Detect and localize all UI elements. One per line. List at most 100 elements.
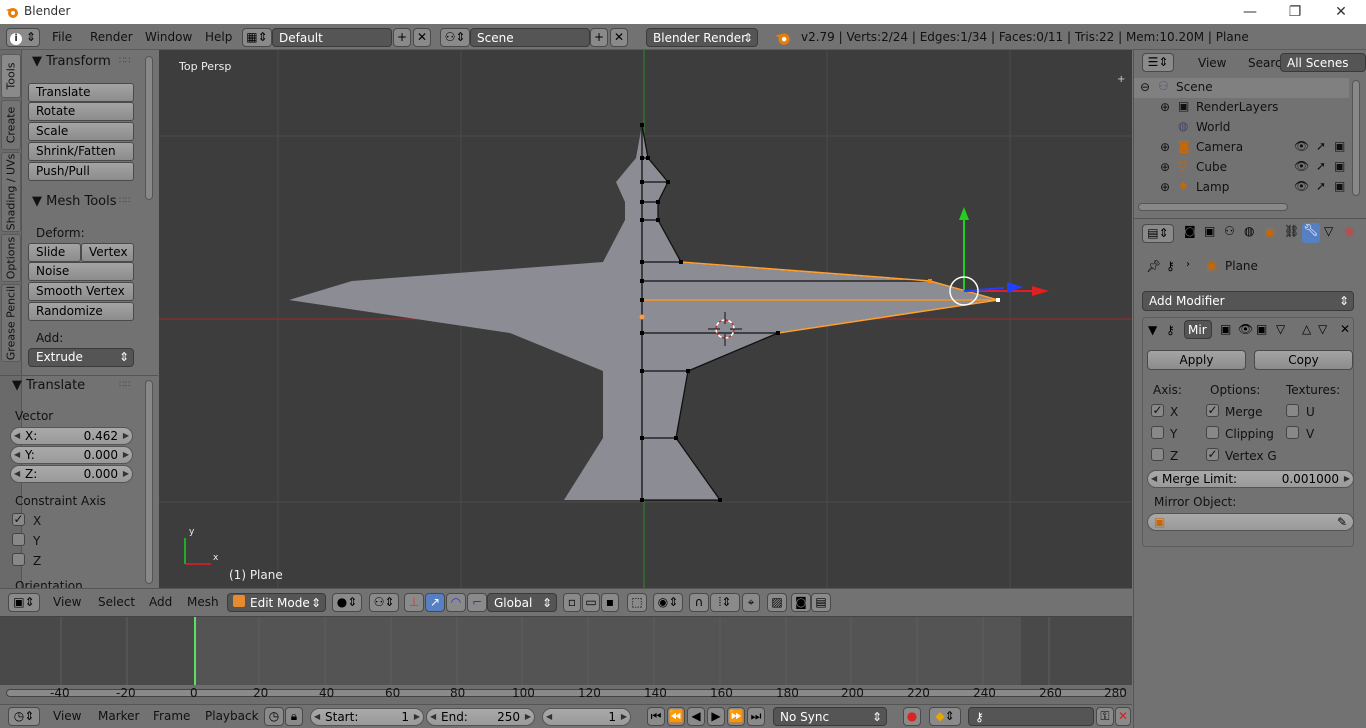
frame-menu[interactable]: Frame: [153, 709, 190, 723]
start-frame-field[interactable]: ◀ Start: 1 ▶: [310, 708, 424, 726]
transform-panel-header[interactable]: ▼ Transform: [32, 54, 111, 69]
editor-type-properties-button[interactable]: ▤⇕: [1142, 224, 1174, 243]
scale-manipulator-toggle[interactable]: ⌐: [467, 593, 487, 612]
menu-file[interactable]: File: [52, 30, 72, 44]
plane-mesh[interactable]: [289, 123, 1000, 502]
outliner-row-world[interactable]: ◍ World: [1134, 118, 1349, 138]
transform-manipulator[interactable]: [949, 207, 1049, 306]
add-scene-button[interactable]: +: [590, 28, 608, 47]
marker-menu[interactable]: Marker: [98, 709, 139, 723]
timeline-area[interactable]: -40 -20 0 20 40 60 80 100 120 140 160 18…: [0, 616, 1132, 704]
translate-manipulator-toggle[interactable]: ↗: [425, 593, 445, 612]
timeline-view-menu[interactable]: View: [53, 709, 81, 723]
visibility-eye-icon[interactable]: 👁︎: [1294, 139, 1309, 153]
close-window-button[interactable]: ✕: [1321, 2, 1361, 22]
mesh-menu[interactable]: Mesh: [187, 595, 219, 609]
viewport-shading-button[interactable]: ●⇕: [332, 593, 362, 612]
outliner-row-lamp[interactable]: ⊕ ♦ Lamp 👁︎ ➚ ▣: [1134, 178, 1349, 198]
drag-handle-icon[interactable]: ∷∷: [119, 380, 130, 390]
texture-u-checkbox[interactable]: [1286, 404, 1299, 417]
editor-type-info-button[interactable]: i ⇕: [6, 28, 40, 47]
tab-create[interactable]: Create: [1, 100, 21, 150]
outliner-row-scene[interactable]: ⊖ ⚇ Scene: [1134, 78, 1349, 98]
texture-v-checkbox[interactable]: [1286, 426, 1299, 439]
sync-mode-dropdown[interactable]: No Sync ⇕: [773, 707, 887, 726]
snap-target-button[interactable]: ⌖: [742, 593, 760, 612]
delete-keyframe-button[interactable]: ✕: [1115, 707, 1131, 726]
selectable-cursor-icon[interactable]: ➚: [1316, 139, 1326, 153]
display-mode-dropdown[interactable]: All Scenes: [1280, 53, 1366, 72]
auto-keying-toggle[interactable]: ●: [903, 707, 921, 726]
manipulator-toggle[interactable]: ⊥: [404, 593, 424, 612]
keying-set-button[interactable]: ◆⇕: [929, 707, 961, 726]
face-select-mode[interactable]: ▪: [601, 593, 619, 612]
render-engine-dropdown[interactable]: Blender Render ⇕: [646, 28, 758, 47]
outliner-row-cube[interactable]: ⊕ ▽ Cube 👁︎ ➚ ▣: [1134, 158, 1349, 178]
editor-type-outliner-button[interactable]: ☰⇕: [1142, 53, 1174, 72]
vector-z-field[interactable]: ◀ Z: 0.000 ▶: [10, 465, 133, 483]
modifiers-tab-icon[interactable]: 🔧︎: [1302, 223, 1320, 243]
on-cage-icon[interactable]: ▽: [1276, 322, 1285, 336]
selectable-cursor-icon[interactable]: ➚: [1316, 179, 1326, 193]
axis-z-checkbox[interactable]: [1151, 448, 1164, 461]
active-keying-set-field[interactable]: ⚷: [968, 707, 1094, 726]
outliner-view-menu[interactable]: View: [1198, 56, 1226, 70]
pivot-point-button[interactable]: ⚇⇕: [369, 593, 399, 612]
collapse-arrow-icon[interactable]: ▼: [1148, 323, 1157, 337]
timeline-scrollbar[interactable]: [6, 689, 1126, 697]
menu-render[interactable]: Render: [90, 30, 133, 44]
current-frame-indicator[interactable]: [194, 617, 196, 685]
expand-icon[interactable]: ⊕: [1160, 180, 1170, 194]
editor-type-timeline-button[interactable]: ◷⇕: [8, 707, 40, 726]
constraint-z-checkbox[interactable]: [12, 553, 25, 566]
axis-y-checkbox[interactable]: [1151, 426, 1164, 439]
mode-dropdown[interactable]: Edit Mode ⇕: [227, 593, 326, 612]
play-button[interactable]: ▶: [707, 707, 725, 726]
translate-operator-header[interactable]: ▼ Translate: [12, 378, 85, 393]
vertex-select-mode[interactable]: ▫: [563, 593, 581, 612]
noise-button[interactable]: Noise: [28, 262, 134, 281]
copy-button[interactable]: Copy: [1254, 350, 1353, 370]
x-arrow-icon[interactable]: [1032, 286, 1049, 296]
shrink-fatten-button[interactable]: Shrink/Fatten: [28, 142, 134, 161]
move-up-icon[interactable]: △: [1302, 322, 1311, 336]
render-layers-tab-icon[interactable]: ▣: [1204, 224, 1215, 238]
apply-button[interactable]: Apply: [1147, 350, 1246, 370]
drag-handle-icon[interactable]: ∷∷: [119, 196, 130, 206]
opengl-render-button[interactable]: ▨: [767, 593, 787, 612]
selected-vertex[interactable]: [928, 279, 932, 283]
rotate-button[interactable]: Rotate: [28, 102, 134, 121]
constraints-tab-icon[interactable]: ⛓︎: [1284, 224, 1299, 238]
delete-layout-button[interactable]: ✕: [413, 28, 431, 47]
render-animation-button[interactable]: ▤: [811, 593, 831, 612]
selectable-cursor-icon[interactable]: ➚: [1316, 159, 1326, 173]
axis-x-checkbox[interactable]: ✓: [1151, 404, 1164, 417]
expand-icon[interactable]: ⊕: [1160, 160, 1170, 174]
tab-grease-pencil[interactable]: Grease Pencil: [1, 284, 21, 362]
tab-shading-uvs[interactable]: Shading / UVs: [1, 152, 21, 232]
renderable-camera-icon[interactable]: ▣: [1334, 139, 1345, 153]
outliner-row-renderlayers[interactable]: ⊕ ▣ RenderLayers: [1134, 98, 1349, 118]
merge-limit-field[interactable]: ◀ Merge Limit: 0.001000 ▶: [1147, 470, 1354, 488]
modifier-name-field[interactable]: Mir: [1184, 320, 1212, 339]
cage-display-icon[interactable]: ▣: [1256, 322, 1267, 336]
constraint-y-checkbox[interactable]: [12, 533, 25, 546]
active-vertex[interactable]: [996, 298, 1000, 302]
renderable-camera-icon[interactable]: ▣: [1334, 179, 1345, 193]
extrude-dropdown[interactable]: Extrude ⇕: [28, 348, 134, 367]
outliner-vscrollbar[interactable]: [1352, 80, 1360, 196]
jump-start-button[interactable]: ⏮: [647, 707, 665, 726]
outliner-hscrollbar[interactable]: [1138, 203, 1288, 211]
slide-vertex-button[interactable]: Vertex: [81, 243, 134, 262]
renderable-camera-icon[interactable]: ▣: [1334, 159, 1345, 173]
lock-frame-toggle[interactable]: 🔒︎: [285, 707, 303, 726]
jump-keyframe-forward-button[interactable]: ⏩: [727, 707, 745, 726]
layout-browse-button[interactable]: ▦⇕: [242, 28, 272, 47]
y-arrow-icon[interactable]: [959, 207, 969, 220]
rotate-manipulator-toggle[interactable]: ◠: [446, 593, 466, 612]
viewport-canvas[interactable]: [159, 50, 1132, 588]
pin-icon[interactable]: 📌︎: [1146, 259, 1161, 273]
smooth-vertex-button[interactable]: Smooth Vertex: [28, 282, 134, 301]
clipping-checkbox[interactable]: [1206, 426, 1219, 439]
outliner-row-camera[interactable]: ⊕ ◙ Camera 👁︎ ➚ ▣: [1134, 138, 1349, 158]
